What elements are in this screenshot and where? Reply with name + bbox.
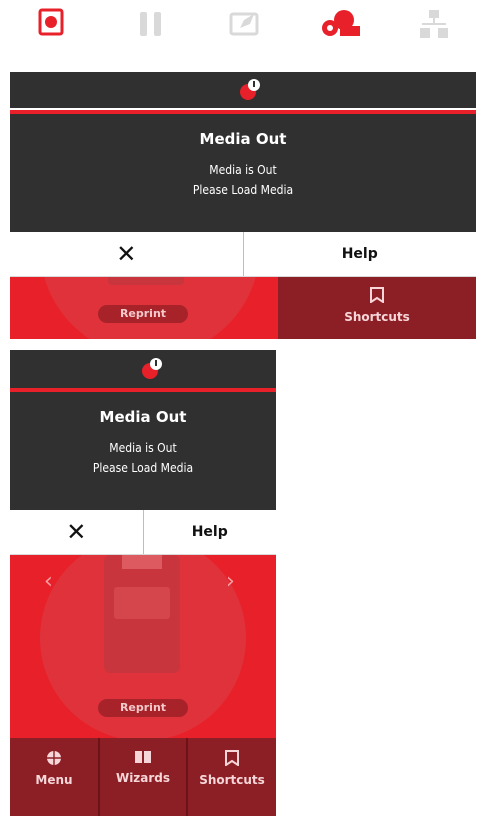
printer-body — [104, 555, 180, 673]
nav-menu-label: Menu — [35, 773, 73, 787]
nav-shortcuts-label: Shortcuts — [199, 773, 265, 787]
dialog2-background: ‹ › Reprint — [10, 555, 276, 738]
dialog1-body: Media Out Media is Out Please Load Media — [10, 114, 476, 232]
dialog1-header — [10, 72, 476, 108]
bookmark-icon — [225, 750, 239, 769]
network-icon[interactable] — [418, 8, 450, 44]
dialog1-button-row: ✕ Help — [10, 232, 476, 277]
dialog1-shortcuts-label: Shortcuts — [344, 310, 410, 324]
dialog1-background: Reprint — [10, 277, 278, 339]
dialog2-button-row: ✕ Help — [10, 510, 276, 555]
dialog1-reprint-button[interactable]: Reprint — [98, 305, 188, 323]
dialog1-shortcuts-button[interactable]: Shortcuts — [278, 277, 476, 339]
prev-arrow[interactable]: ‹ — [44, 569, 53, 594]
dialog1-help-button[interactable]: Help — [244, 232, 477, 276]
dialog1-close-button[interactable]: ✕ — [10, 232, 244, 276]
printer-top — [122, 555, 162, 569]
nav-menu-button[interactable]: Menu — [10, 738, 98, 816]
dialog2-close-button[interactable]: ✕ — [10, 510, 144, 554]
dialog2-line1: Media is Out — [109, 441, 177, 455]
printer-status-icon[interactable] — [38, 8, 64, 40]
media-icon[interactable] — [228, 8, 262, 42]
next-arrow[interactable]: › — [226, 569, 235, 594]
globe-icon — [46, 750, 62, 769]
dialog2-title: Media Out — [99, 408, 187, 426]
dialog2-header — [10, 350, 276, 388]
dialog2-line2: Please Load Media — [92, 461, 194, 475]
printer-body — [108, 277, 184, 285]
alert-icon — [140, 357, 164, 385]
status-icon-row — [0, 0, 477, 52]
dialog1-line2: Please Load Media — [192, 183, 294, 197]
bookmark-icon — [370, 287, 384, 306]
printer-window — [114, 587, 170, 619]
nav-shortcuts-button[interactable]: Shortcuts — [188, 738, 276, 816]
dialog2-body: Media Out Media is Out Please Load Media — [10, 392, 276, 510]
alert-icon — [238, 78, 262, 106]
pause-icon[interactable] — [136, 8, 166, 42]
nav-wizards-label: Wizards — [115, 771, 171, 785]
dialog1-title: Media Out — [199, 130, 287, 148]
dialog2-help-button[interactable]: Help — [144, 510, 277, 554]
nav-wizards-button[interactable]: Wizards — [100, 738, 186, 816]
dialog1-line1: Media is Out — [209, 163, 277, 177]
dialog2-reprint-button[interactable]: Reprint — [98, 699, 188, 717]
ribbon-icon[interactable] — [320, 8, 364, 44]
book-icon — [134, 750, 152, 767]
